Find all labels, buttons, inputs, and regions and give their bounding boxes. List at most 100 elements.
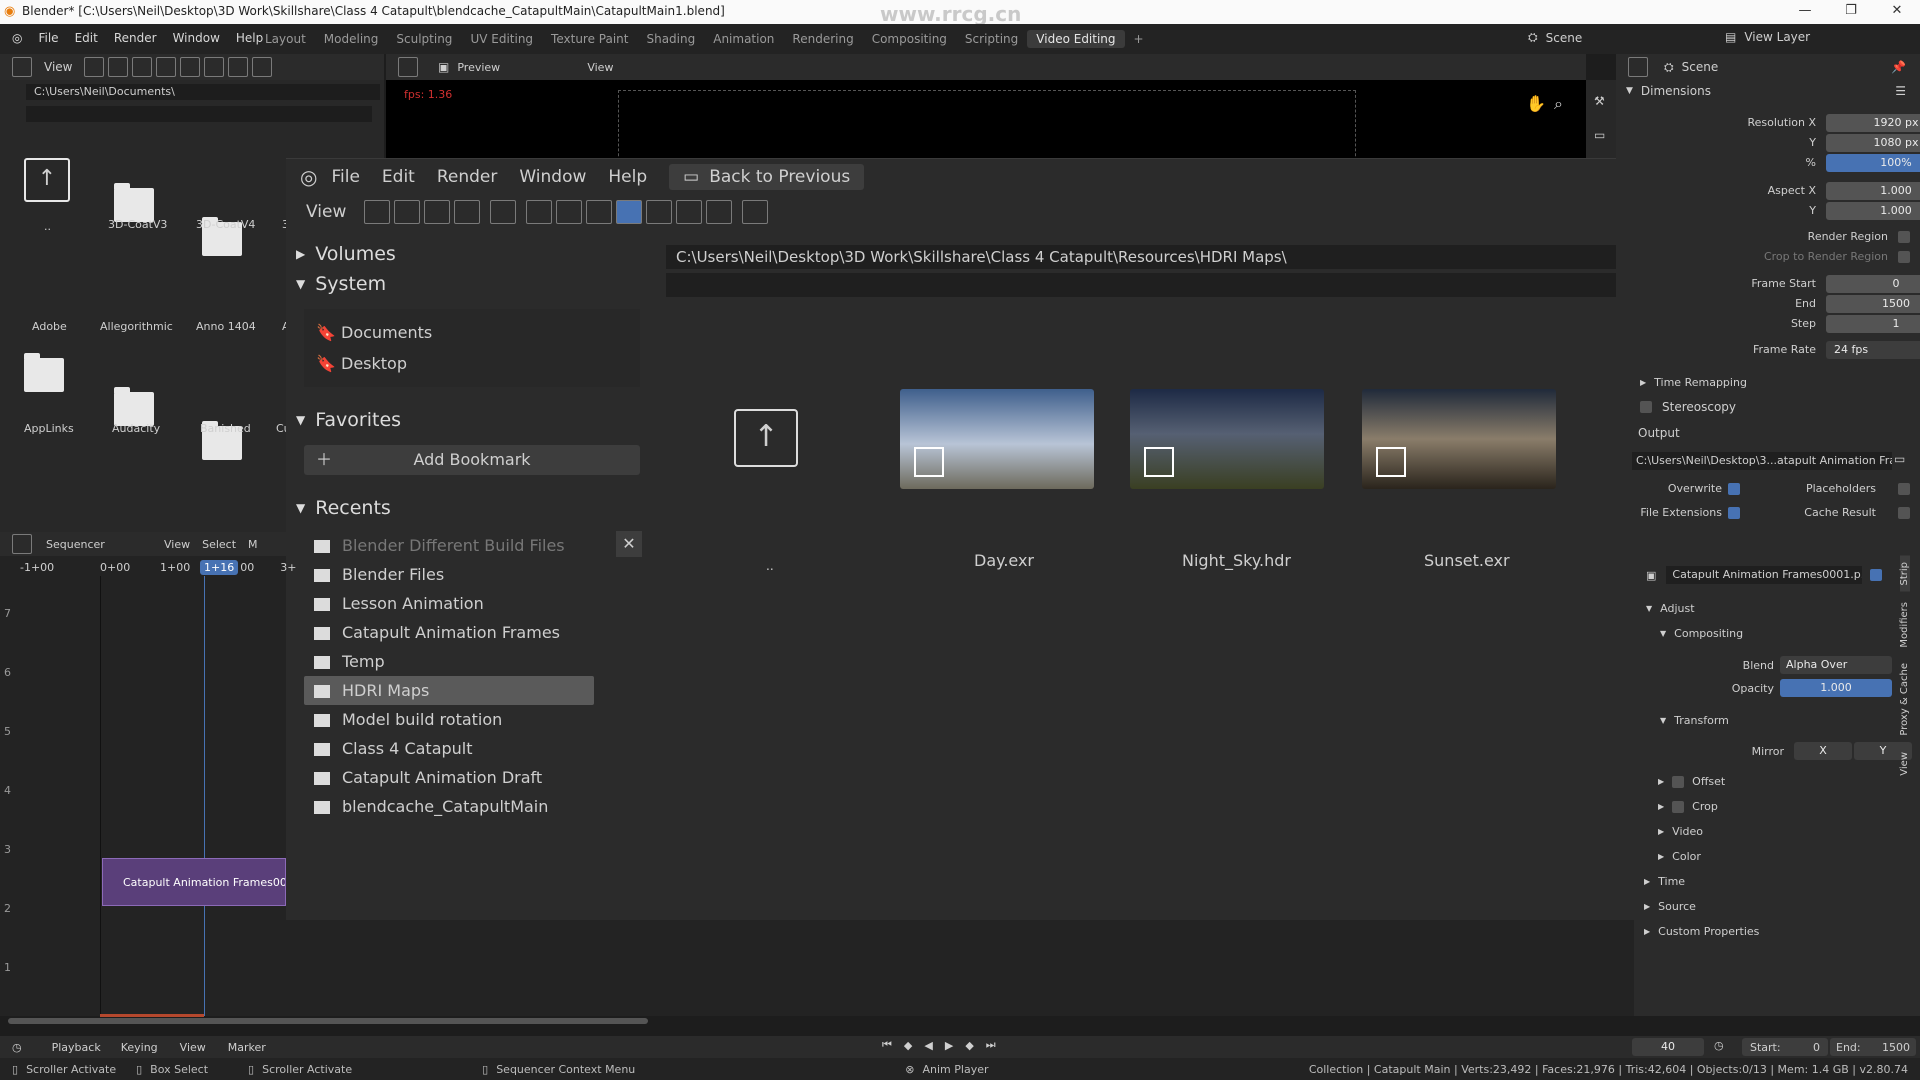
volumes-panel-header[interactable]: ▶ Volumes: [296, 239, 636, 269]
anim-player-label[interactable]: Anim Player: [923, 1063, 989, 1076]
list-item[interactable]: Catapult Animation Frames: [304, 618, 594, 647]
next-keyframe-icon[interactable]: ◆: [965, 1039, 973, 1052]
thumbnail-icon[interactable]: [586, 200, 613, 224]
editor-type-icon[interactable]: [1628, 57, 1648, 77]
close-button[interactable]: ✕: [1874, 0, 1920, 24]
tab-view[interactable]: View: [1899, 746, 1910, 782]
keying-menu[interactable]: Keying: [121, 1041, 158, 1054]
menu-edit[interactable]: Edit: [67, 31, 106, 45]
play-icon[interactable]: ▶: [945, 1039, 953, 1052]
refresh-icon[interactable]: [156, 57, 177, 77]
sort-icon[interactable]: [252, 57, 273, 77]
sort-alpha-icon[interactable]: [616, 200, 643, 224]
editor-type-icon[interactable]: [398, 57, 418, 77]
menu-window[interactable]: Window: [165, 31, 228, 45]
preview-view-menu[interactable]: View: [587, 61, 613, 74]
overwrite-checkbox[interactable]: [1728, 483, 1740, 495]
cache-result-checkbox[interactable]: [1898, 507, 1910, 519]
resolution-x-field[interactable]: 1920 px: [1826, 114, 1920, 132]
time-header[interactable]: ▶ Time: [1644, 875, 1685, 888]
sort-size-icon[interactable]: [706, 200, 733, 224]
list-item[interactable]: 🔖 Documents: [304, 317, 640, 348]
dialog-menu-render[interactable]: Render: [437, 167, 498, 187]
list-item[interactable]: Class 4 Catapult: [304, 734, 594, 763]
tab-layout[interactable]: Layout: [256, 30, 315, 48]
filter-icon[interactable]: [742, 200, 769, 224]
back-icon[interactable]: [84, 57, 105, 77]
tab-proxy-cache[interactable]: Proxy & Cache: [1899, 657, 1910, 742]
blend-select[interactable]: Alpha Over: [1780, 656, 1892, 674]
horizontal-list-icon[interactable]: [556, 200, 583, 224]
tab-modeling[interactable]: Modeling: [315, 30, 388, 48]
add-workspace-icon[interactable]: +: [1125, 30, 1153, 48]
tab-rendering[interactable]: Rendering: [783, 30, 862, 48]
parent-directory-icon[interactable]: ↑: [734, 409, 798, 467]
play-reverse-icon[interactable]: ◀: [924, 1039, 932, 1052]
clock-icon[interactable]: ◷: [12, 1041, 22, 1054]
folder-icon[interactable]: [114, 183, 154, 222]
night-sky-thumbnail[interactable]: [1130, 389, 1324, 489]
tab-texture-paint[interactable]: Texture Paint: [542, 30, 637, 48]
tab-modifiers[interactable]: Modifiers: [1899, 596, 1910, 654]
editor-type-icon[interactable]: [12, 534, 32, 554]
list-item[interactable]: Temp: [304, 647, 594, 676]
clock-icon[interactable]: ◷: [1714, 1039, 1724, 1052]
source-header[interactable]: ▶ Source: [1644, 900, 1696, 913]
mirror-x-toggle[interactable]: X: [1794, 742, 1852, 760]
sequencer-type-select[interactable]: Sequencer: [46, 538, 156, 551]
frame-start-field[interactable]: 0: [1826, 275, 1920, 293]
new-folder-icon[interactable]: [180, 57, 201, 77]
timeline-marker-menu[interactable]: Marker: [228, 1041, 266, 1054]
horizontal-scrollbar[interactable]: [8, 1018, 648, 1024]
list-icon[interactable]: ☰: [1895, 84, 1906, 98]
menu-file[interactable]: File: [30, 31, 66, 45]
timeline-view-menu[interactable]: View: [180, 1041, 206, 1054]
hand-icon[interactable]: ✋: [1526, 94, 1546, 113]
current-frame-badge[interactable]: 1+16: [200, 560, 239, 575]
sequencer-view-menu[interactable]: View: [164, 538, 190, 551]
tab-scripting[interactable]: Scripting: [956, 30, 1027, 48]
sort-ext-icon[interactable]: [646, 200, 673, 224]
back-icon[interactable]: [364, 200, 391, 224]
prev-keyframe-icon[interactable]: ◆: [904, 1039, 912, 1052]
minimize-button[interactable]: —: [1782, 0, 1828, 24]
thumbnail-view-icon[interactable]: [228, 57, 249, 77]
parent-icon[interactable]: [132, 57, 153, 77]
folder-browse-icon[interactable]: ▭: [1894, 452, 1905, 466]
time-remapping-header[interactable]: ▶ Time Remapping: [1640, 376, 1747, 389]
folder-icon[interactable]: [24, 353, 64, 392]
preview-mode-select[interactable]: Preview: [457, 61, 567, 74]
jump-start-icon[interactable]: ⏮: [882, 1038, 892, 1052]
tab-sculpting[interactable]: Sculpting: [387, 30, 461, 48]
sunset-exr-thumbnail[interactable]: [1362, 389, 1556, 489]
anim-player-icon[interactable]: ⊗: [905, 1063, 914, 1076]
add-bookmark-button[interactable]: ＋ Add Bookmark: [304, 445, 640, 475]
favorites-panel-header[interactable]: ▼ Favorites: [296, 405, 636, 435]
offset-checkbox[interactable]: [1672, 775, 1685, 788]
crop-region-checkbox[interactable]: [1898, 251, 1910, 263]
resolution-pct-field[interactable]: 100%: [1826, 154, 1920, 172]
maximize-button[interactable]: ❐: [1828, 0, 1874, 24]
list-item[interactable]: Model build rotation: [304, 705, 594, 734]
sort-time-icon[interactable]: [676, 200, 703, 224]
tab-video-editing[interactable]: Video Editing: [1027, 30, 1125, 48]
compositing-header[interactable]: ▼ Compositing: [1660, 627, 1743, 640]
dialog-menu-edit[interactable]: Edit: [382, 167, 415, 187]
offset-header[interactable]: ▶ Offset: [1658, 775, 1725, 788]
tab-uv-editing[interactable]: UV Editing: [461, 30, 542, 48]
list-item[interactable]: Blender Files: [304, 560, 594, 589]
system-panel-header[interactable]: ▼ System: [296, 269, 636, 299]
end-frame-field[interactable]: End: 1500: [1830, 1038, 1916, 1056]
pin-icon[interactable]: 📌: [1891, 60, 1906, 74]
back-to-previous-button[interactable]: ▭ Back to Previous: [669, 164, 865, 190]
view-menu[interactable]: View: [44, 60, 72, 74]
view-layer-selector[interactable]: ▤ View Layer: [1725, 30, 1810, 44]
list-item[interactable]: 🔖 Desktop: [304, 348, 640, 379]
stereoscopy-header[interactable]: Stereoscopy: [1640, 400, 1736, 414]
video-header[interactable]: ▶ Video: [1658, 825, 1703, 838]
current-frame-field[interactable]: 40: [1632, 1038, 1704, 1056]
frame-step-field[interactable]: 1: [1826, 315, 1920, 333]
image-strip[interactable]: Catapult Animation Frames0001: [102, 858, 286, 906]
forward-icon[interactable]: [394, 200, 421, 224]
menu-render[interactable]: Render: [106, 31, 165, 45]
